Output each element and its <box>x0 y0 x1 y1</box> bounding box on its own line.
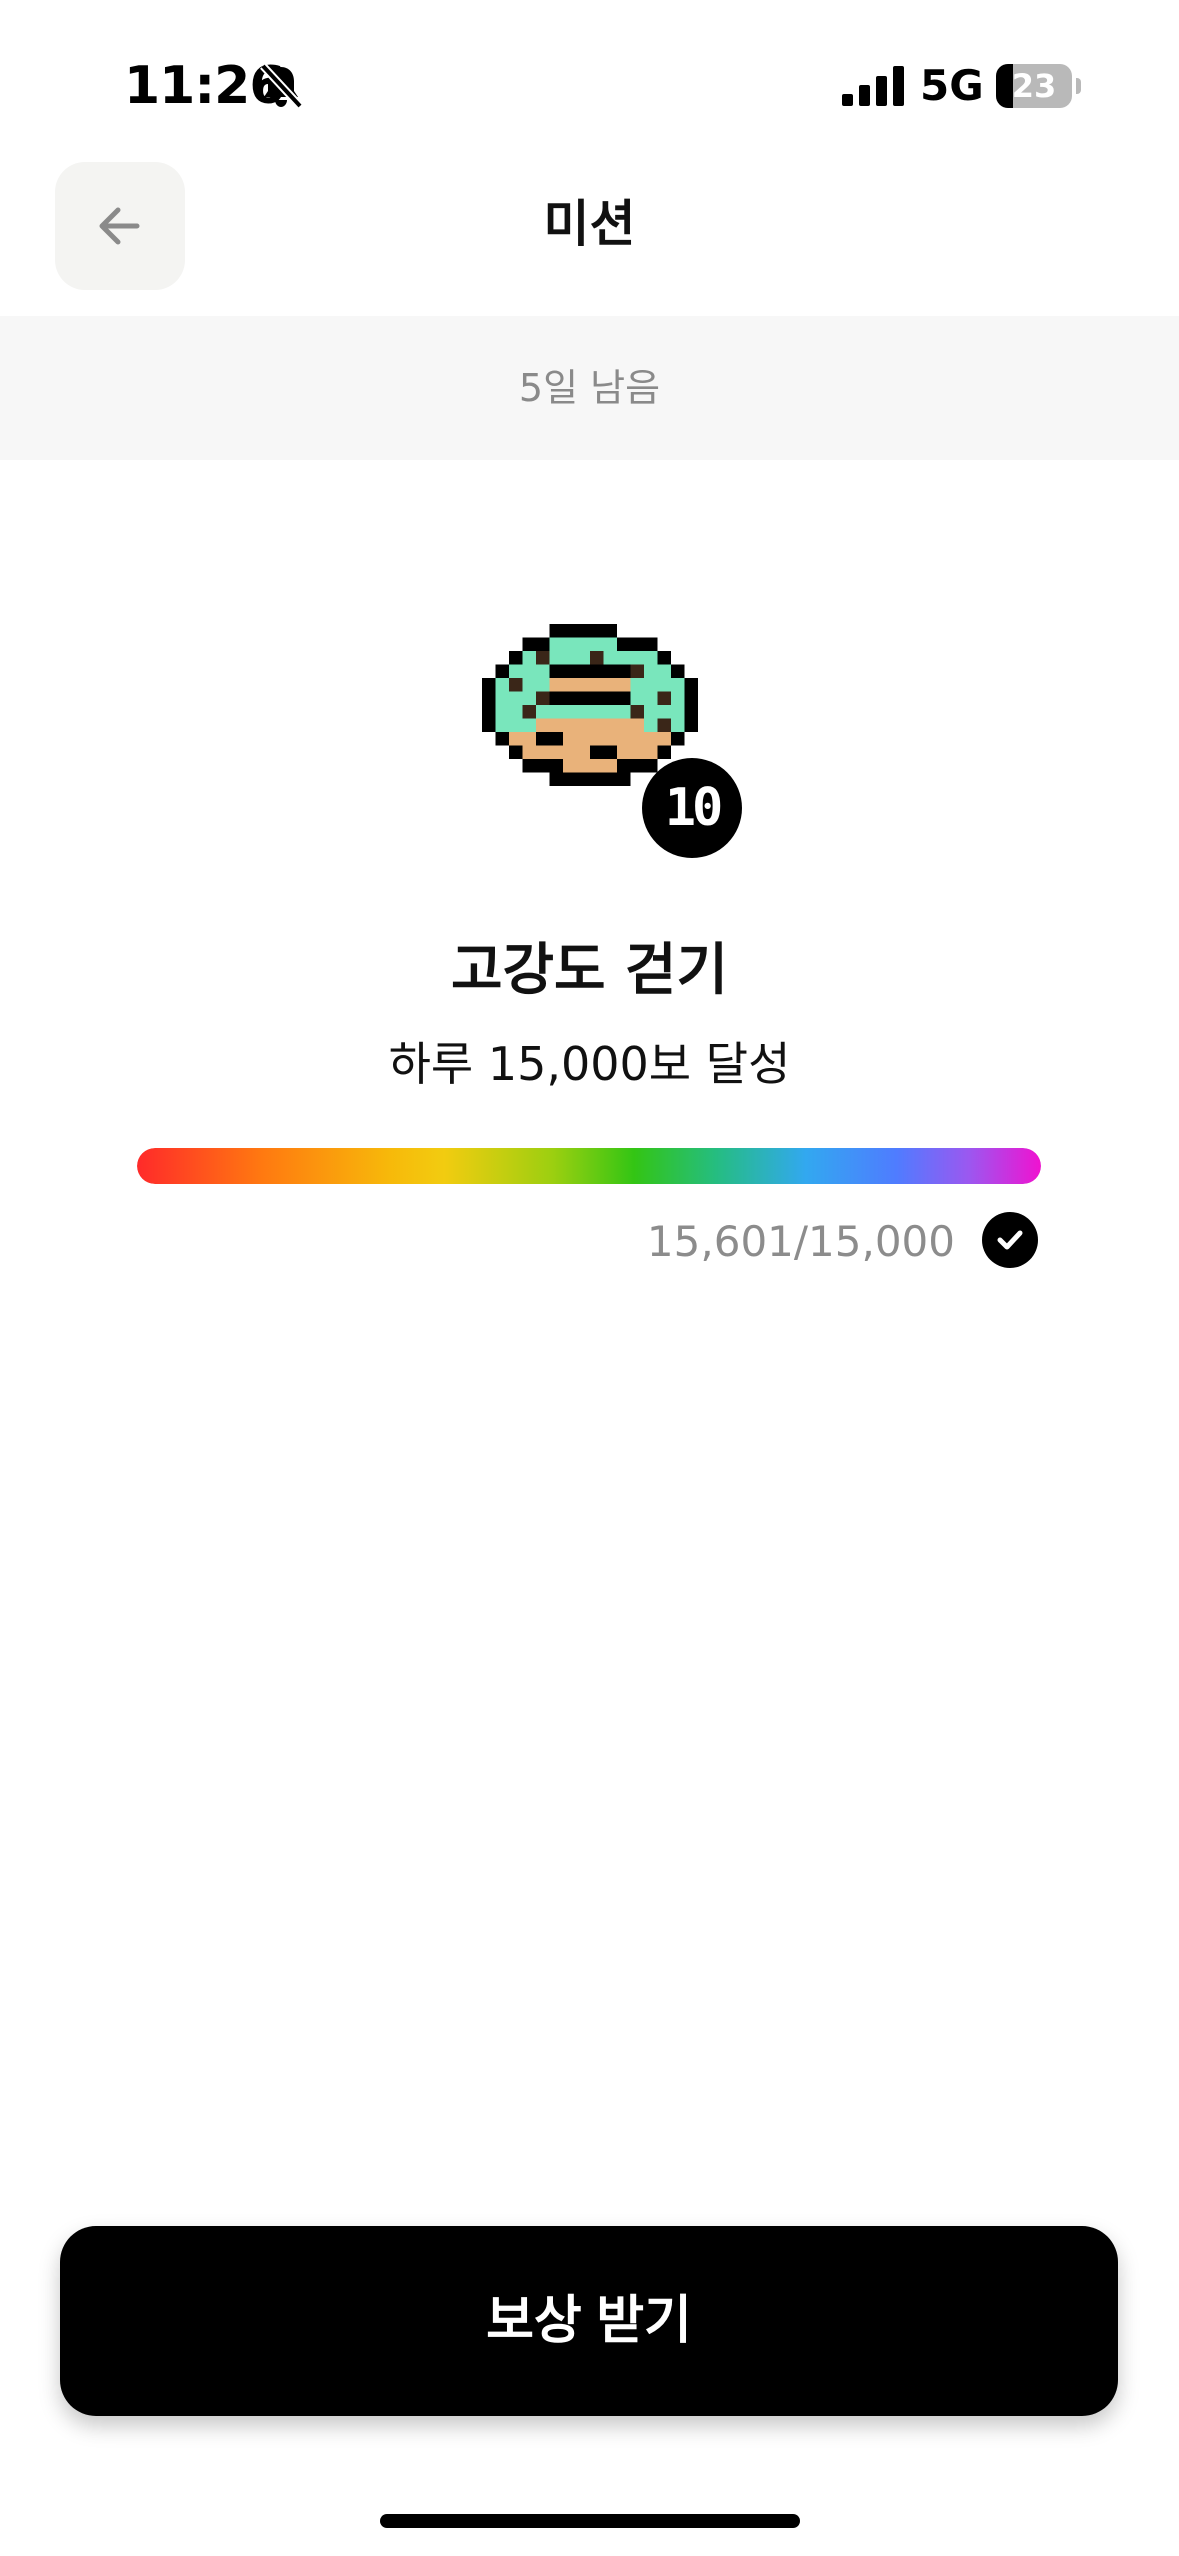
check-circle-icon <box>982 1212 1038 1268</box>
progress-value: 15,601/15,000 <box>646 1217 955 1266</box>
battery-icon: 23 <box>996 64 1081 108</box>
remaining-days-text: 5일 남음 <box>518 366 661 410</box>
level-badge: 10 <box>642 758 742 858</box>
network-type: 5G <box>920 61 984 110</box>
progress-fill <box>137 1148 1041 1184</box>
page-title: 미션 <box>543 195 636 253</box>
mission-description: 하루 15,000보 달성 <box>388 1037 791 1091</box>
claim-reward-button[interactable]: 보상 받기 <box>60 2226 1118 2416</box>
progress-bar <box>137 1148 1041 1184</box>
battery-level: 23 <box>1011 67 1057 105</box>
donut-icon <box>482 624 698 786</box>
bell-slash-icon <box>260 63 303 109</box>
mission-title: 고강도 걷기 <box>450 938 729 1003</box>
remaining-days-banner: 5일 남음 <box>0 316 1179 460</box>
claim-reward-label: 보상 받기 <box>486 2292 692 2350</box>
home-indicator[interactable] <box>380 2514 800 2528</box>
level-badge-text: 10 <box>664 778 724 838</box>
mission-screen: 11:26 5G 23 미션 5일 남음 10 고강도 걷기 하루 15,000… <box>0 0 1179 2556</box>
cellular-signal-icon <box>842 66 904 106</box>
